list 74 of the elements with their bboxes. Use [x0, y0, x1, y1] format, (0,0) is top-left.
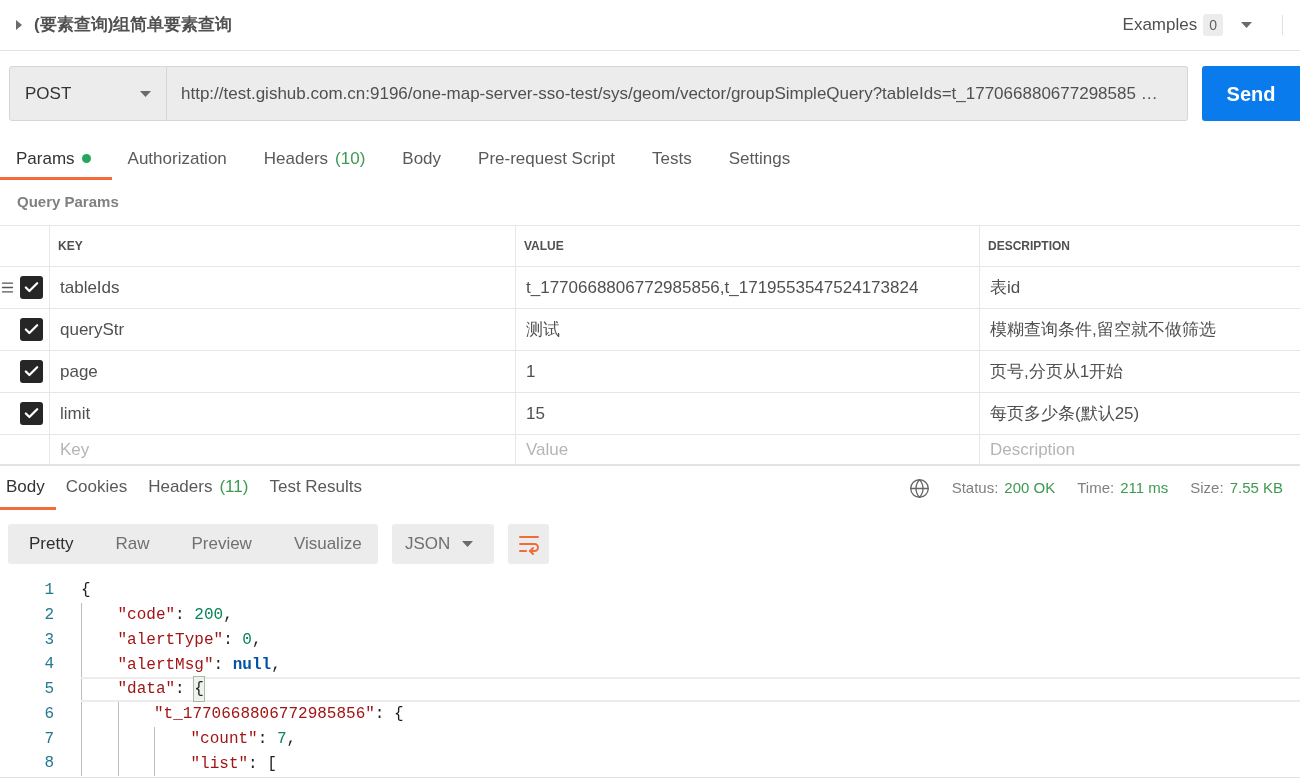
code-line: "data": {: [117, 679, 204, 700]
value-input[interactable]: Value: [526, 436, 966, 463]
caret-down-icon: [140, 90, 151, 97]
line-number: 6: [43, 703, 54, 725]
view-mode-tab[interactable]: Pretty: [8, 524, 95, 564]
description-input[interactable]: Description: [990, 436, 1290, 463]
request-tab[interactable]: Headers (10): [247, 140, 387, 180]
view-mode-tab[interactable]: Preview: [170, 524, 273, 564]
meta-value: 211 ms: [1120, 477, 1169, 498]
code-line: {: [81, 580, 91, 602]
checkbox[interactable]: [20, 402, 43, 425]
meta-label: Size:: [1190, 477, 1224, 498]
meta-label: Status:: [951, 477, 999, 498]
request-tab[interactable]: Tests: [636, 140, 713, 180]
caret-right-icon[interactable]: [15, 20, 23, 30]
caret-down-icon: [462, 541, 473, 547]
view-mode-tab[interactable]: Visualize: [272, 524, 383, 564]
param-value: t_1770668806772985856,t_1719553547524173824: [526, 276, 919, 299]
param-description: 表id: [990, 276, 1021, 299]
param-key: queryStr: [60, 316, 125, 343]
response-tab[interactable]: Headers (11): [142, 466, 260, 510]
caret-down-icon: [1241, 22, 1252, 28]
line-number: 5: [43, 679, 54, 700]
param-value: 测试: [526, 318, 560, 341]
request-title: (要素查询)组简单要素查询: [34, 14, 233, 37]
column-header: VALUE: [524, 238, 564, 255]
request-tab[interactable]: Body: [386, 140, 463, 180]
view-mode-tab[interactable]: Raw: [94, 524, 171, 564]
meta-value: 200 OK: [1004, 477, 1056, 498]
request-tab[interactable]: Settings: [712, 140, 812, 180]
code-line: "code": 200,: [117, 605, 233, 627]
code-line: "count": 7,: [190, 728, 297, 750]
request-tab[interactable]: Pre-request Script: [462, 140, 637, 180]
response-tab[interactable]: Test Results: [263, 466, 373, 510]
line-number: 3: [43, 629, 54, 651]
param-description: 页号,分页从1开始: [990, 360, 1124, 383]
send-button[interactable]: Send: [1202, 66, 1300, 121]
examples-dropdown[interactable]: Examples 0: [1122, 12, 1252, 38]
section-title: Query Params: [17, 192, 119, 213]
code-line: "alertType": 0,: [117, 629, 262, 651]
code-line: "list": [: [190, 753, 277, 775]
param-key: tableIds: [60, 274, 120, 301]
code-line: "alertMsg": null,: [117, 654, 281, 676]
line-number: 8: [43, 753, 54, 775]
checkbox[interactable]: [20, 318, 43, 341]
line-number: 7: [43, 728, 54, 750]
code-line: "t_1770668806772985856": {: [154, 704, 404, 726]
method-select[interactable]: POST: [9, 66, 167, 121]
count-badge: 0: [1203, 14, 1223, 36]
param-value: 15: [526, 402, 545, 425]
response-tab[interactable]: Cookies: [59, 466, 139, 510]
format-select[interactable]: JSON: [392, 524, 494, 564]
param-key: page: [60, 358, 98, 385]
param-description: 每页多少条(默认25): [990, 402, 1140, 425]
key-input[interactable]: Key: [60, 436, 500, 463]
column-header: DESCRIPTION: [988, 238, 1070, 255]
param-value: 1: [526, 360, 536, 383]
response-tab[interactable]: Body: [0, 466, 56, 510]
url-field[interactable]: http://test.gishub.com.cn:9196/one-map-server-sso-test/sys/geom/vector/groupSimpleQuery?tableIds=t_177066880677298585 …: [167, 66, 1188, 121]
line-number: 2: [43, 604, 54, 626]
drag-handle-icon[interactable]: [0, 280, 15, 295]
meta-label: Time:: [1077, 477, 1115, 498]
line-number: 4: [43, 654, 54, 676]
line-number: 1: [43, 580, 54, 601]
column-header: KEY: [58, 238, 83, 255]
wrap-lines-button[interactable]: [508, 524, 549, 564]
param-description: 模糊查询条件,留空就不做筛选: [990, 318, 1216, 341]
globe-icon[interactable]: [908, 477, 930, 499]
request-tab[interactable]: Params: [0, 140, 112, 180]
checkbox[interactable]: [20, 360, 43, 383]
checkbox[interactable]: [20, 276, 43, 299]
meta-value: 7.55 KB: [1229, 477, 1283, 498]
param-key: limit: [60, 400, 91, 427]
request-tab[interactable]: Authorization: [111, 140, 248, 180]
